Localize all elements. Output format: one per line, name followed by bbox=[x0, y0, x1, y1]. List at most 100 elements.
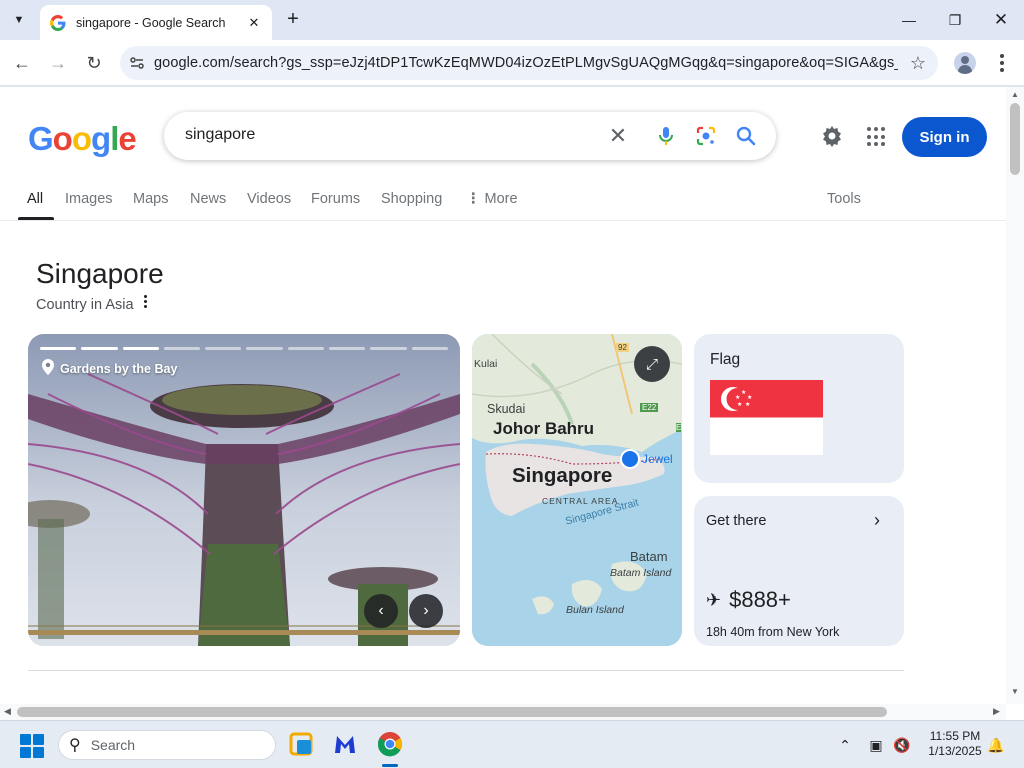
horizontal-scroll-thumb[interactable] bbox=[17, 707, 887, 717]
windows-start-icon[interactable] bbox=[20, 734, 44, 758]
sign-in-button[interactable]: Sign in bbox=[902, 117, 987, 157]
address-bar[interactable]: google.com/search?gs_ssp=eJzj4tDP1TcwKzE… bbox=[120, 46, 938, 80]
taskbar-search[interactable]: ⚲ Search bbox=[58, 730, 276, 760]
map-label-batam-island: Batam Island bbox=[610, 567, 672, 579]
map-card[interactable]: Kulai 92 Skudai E22 Johor Bahru E Jewel … bbox=[472, 334, 682, 646]
photo-carousel[interactable]: Gardens by the Bay ‹ › bbox=[28, 334, 460, 646]
scroll-up-icon[interactable]: ▲ bbox=[1011, 90, 1019, 99]
map-label-bulan-island: Bulan Island bbox=[566, 604, 624, 616]
airport-marker-icon[interactable] bbox=[620, 449, 640, 469]
map-label-singapore: Singapore bbox=[512, 464, 613, 487]
profile-avatar-icon[interactable] bbox=[954, 52, 976, 74]
svg-text:★: ★ bbox=[745, 401, 750, 408]
tab-all[interactable]: All bbox=[27, 191, 43, 207]
tools-button[interactable]: Tools bbox=[827, 191, 861, 207]
kp-more-options-icon[interactable] bbox=[140, 295, 150, 311]
tab-shopping[interactable]: Shopping bbox=[381, 191, 442, 207]
singapore-flag-icon: ★ ★ ★ ★ ★ bbox=[710, 380, 823, 455]
file-explorer-icon[interactable] bbox=[286, 729, 316, 759]
restore-icon[interactable]: ❐ bbox=[932, 0, 978, 40]
tab-forums[interactable]: Forums bbox=[311, 191, 360, 207]
site-info-icon[interactable] bbox=[120, 55, 154, 71]
photo-progress bbox=[40, 347, 448, 350]
system-clock[interactable]: 11:55 PM 1/13/2025 bbox=[920, 729, 990, 759]
tab-title: singapore - Google Search bbox=[76, 15, 226, 30]
get-there-card[interactable]: Get there › ✈ $888+ 18h 40m from New Yor… bbox=[694, 496, 904, 646]
svg-text:★: ★ bbox=[741, 389, 746, 396]
browser-menu-icon[interactable] bbox=[992, 51, 1012, 75]
notification-bell-icon[interactable]: 🔔 bbox=[986, 735, 1006, 755]
network-icon[interactable]: ▣ bbox=[866, 735, 886, 755]
forward-arrow-icon[interactable]: → bbox=[46, 51, 70, 75]
search-box[interactable]: singapore ✕ bbox=[164, 112, 776, 160]
minimize-icon[interactable]: — bbox=[886, 0, 932, 40]
map-label-jewel: Jewel bbox=[642, 452, 673, 466]
clock-date: 1/13/2025 bbox=[928, 744, 982, 758]
back-arrow-icon[interactable]: ← bbox=[10, 51, 34, 75]
google-favicon-icon bbox=[50, 14, 66, 31]
horizontal-scrollbar[interactable]: ◀ ▶ bbox=[0, 704, 1006, 720]
tab-maps[interactable]: Maps bbox=[133, 191, 168, 207]
map-label-johor-bahru: Johor Bahru bbox=[493, 419, 595, 438]
google-logo[interactable]: Google bbox=[28, 120, 137, 158]
map-label-batam: Batam bbox=[630, 549, 668, 564]
reload-icon[interactable]: ↻ bbox=[82, 51, 106, 75]
tab-close-icon[interactable]: ✕ bbox=[246, 15, 262, 31]
more-vert-icon: ⋮ bbox=[466, 191, 481, 207]
vertical-scroll-thumb[interactable] bbox=[1010, 103, 1020, 175]
photo-location-label[interactable]: Gardens by the Bay bbox=[42, 359, 177, 378]
browser-toolbar: ← → ↻ google.com/search?gs_ssp=eJzj4tDP1… bbox=[0, 40, 1024, 86]
browser-tab[interactable]: singapore - Google Search ✕ bbox=[40, 5, 272, 40]
active-app-indicator bbox=[382, 764, 398, 767]
settings-gear-icon[interactable] bbox=[820, 124, 844, 148]
flight-duration: 18h 40m from New York bbox=[706, 625, 840, 639]
supertree-photo bbox=[28, 334, 460, 646]
map-label-kulai: Kulai bbox=[474, 358, 498, 370]
map-expand-icon[interactable]: ⤢ bbox=[634, 346, 670, 382]
flag-card[interactable]: Flag ★ ★ ★ ★ ★ bbox=[694, 334, 904, 483]
volume-muted-icon[interactable]: 🔇 bbox=[892, 735, 912, 755]
google-apps-icon[interactable] bbox=[867, 127, 887, 147]
chrome-icon[interactable] bbox=[375, 729, 405, 759]
malwarebytes-icon[interactable] bbox=[330, 729, 360, 759]
kp-subtitle: Country in Asia bbox=[36, 297, 134, 313]
tab-search-chevron-icon[interactable]: ▼ bbox=[7, 8, 31, 32]
flight-price: $888+ bbox=[729, 587, 791, 612]
carousel-prev-icon[interactable]: ‹ bbox=[364, 594, 398, 628]
tray-overflow-chevron-icon[interactable]: ⌃ bbox=[835, 735, 855, 755]
search-icon[interactable] bbox=[734, 124, 758, 148]
google-lens-icon[interactable] bbox=[694, 124, 718, 148]
section-divider bbox=[28, 670, 904, 671]
new-tab-icon[interactable]: + bbox=[282, 8, 304, 30]
carousel-next-icon[interactable]: › bbox=[409, 594, 443, 628]
windows-taskbar: ⚲ Search ⌃ ▣ 🔇 11:55 PM 1/13/2025 🔔 bbox=[0, 720, 1024, 768]
tab-videos[interactable]: Videos bbox=[247, 191, 291, 207]
map-label-road-e: E bbox=[676, 423, 682, 432]
map-label-skudai: Skudai bbox=[487, 402, 526, 416]
map-label-road-92: 92 bbox=[616, 343, 629, 352]
chevron-right-icon[interactable]: › bbox=[874, 510, 880, 531]
url-text[interactable]: google.com/search?gs_ssp=eJzj4tDP1TcwKzE… bbox=[154, 55, 898, 71]
microphone-icon[interactable] bbox=[654, 124, 678, 148]
clock-time: 11:55 PM bbox=[929, 729, 981, 743]
get-there-title: Get there bbox=[706, 513, 767, 529]
svg-text:★: ★ bbox=[737, 401, 742, 408]
map-label-road-e22: E22 bbox=[640, 403, 659, 412]
flight-price-row: ✈ $888+ bbox=[706, 587, 791, 613]
vertical-scrollbar[interactable]: ▲ ▼ bbox=[1006, 87, 1024, 704]
nav-divider bbox=[0, 220, 1006, 221]
tab-news[interactable]: News bbox=[190, 191, 226, 207]
tab-images[interactable]: Images bbox=[65, 191, 113, 207]
close-window-icon[interactable]: ✕ bbox=[978, 0, 1024, 40]
search-input[interactable]: singapore bbox=[185, 126, 255, 144]
bookmark-star-icon[interactable]: ☆ bbox=[898, 53, 938, 74]
tab-more[interactable]: ⋮ More bbox=[466, 191, 518, 207]
scroll-left-icon[interactable]: ◀ bbox=[4, 706, 11, 717]
scroll-right-icon[interactable]: ▶ bbox=[993, 706, 1000, 717]
scroll-down-icon[interactable]: ▼ bbox=[1011, 687, 1019, 696]
svg-text:★: ★ bbox=[735, 394, 740, 401]
airplane-icon: ✈ bbox=[706, 589, 722, 610]
clear-search-icon[interactable]: ✕ bbox=[606, 124, 630, 148]
flag-card-title: Flag bbox=[710, 351, 741, 368]
tab-more-label: More bbox=[484, 191, 518, 207]
